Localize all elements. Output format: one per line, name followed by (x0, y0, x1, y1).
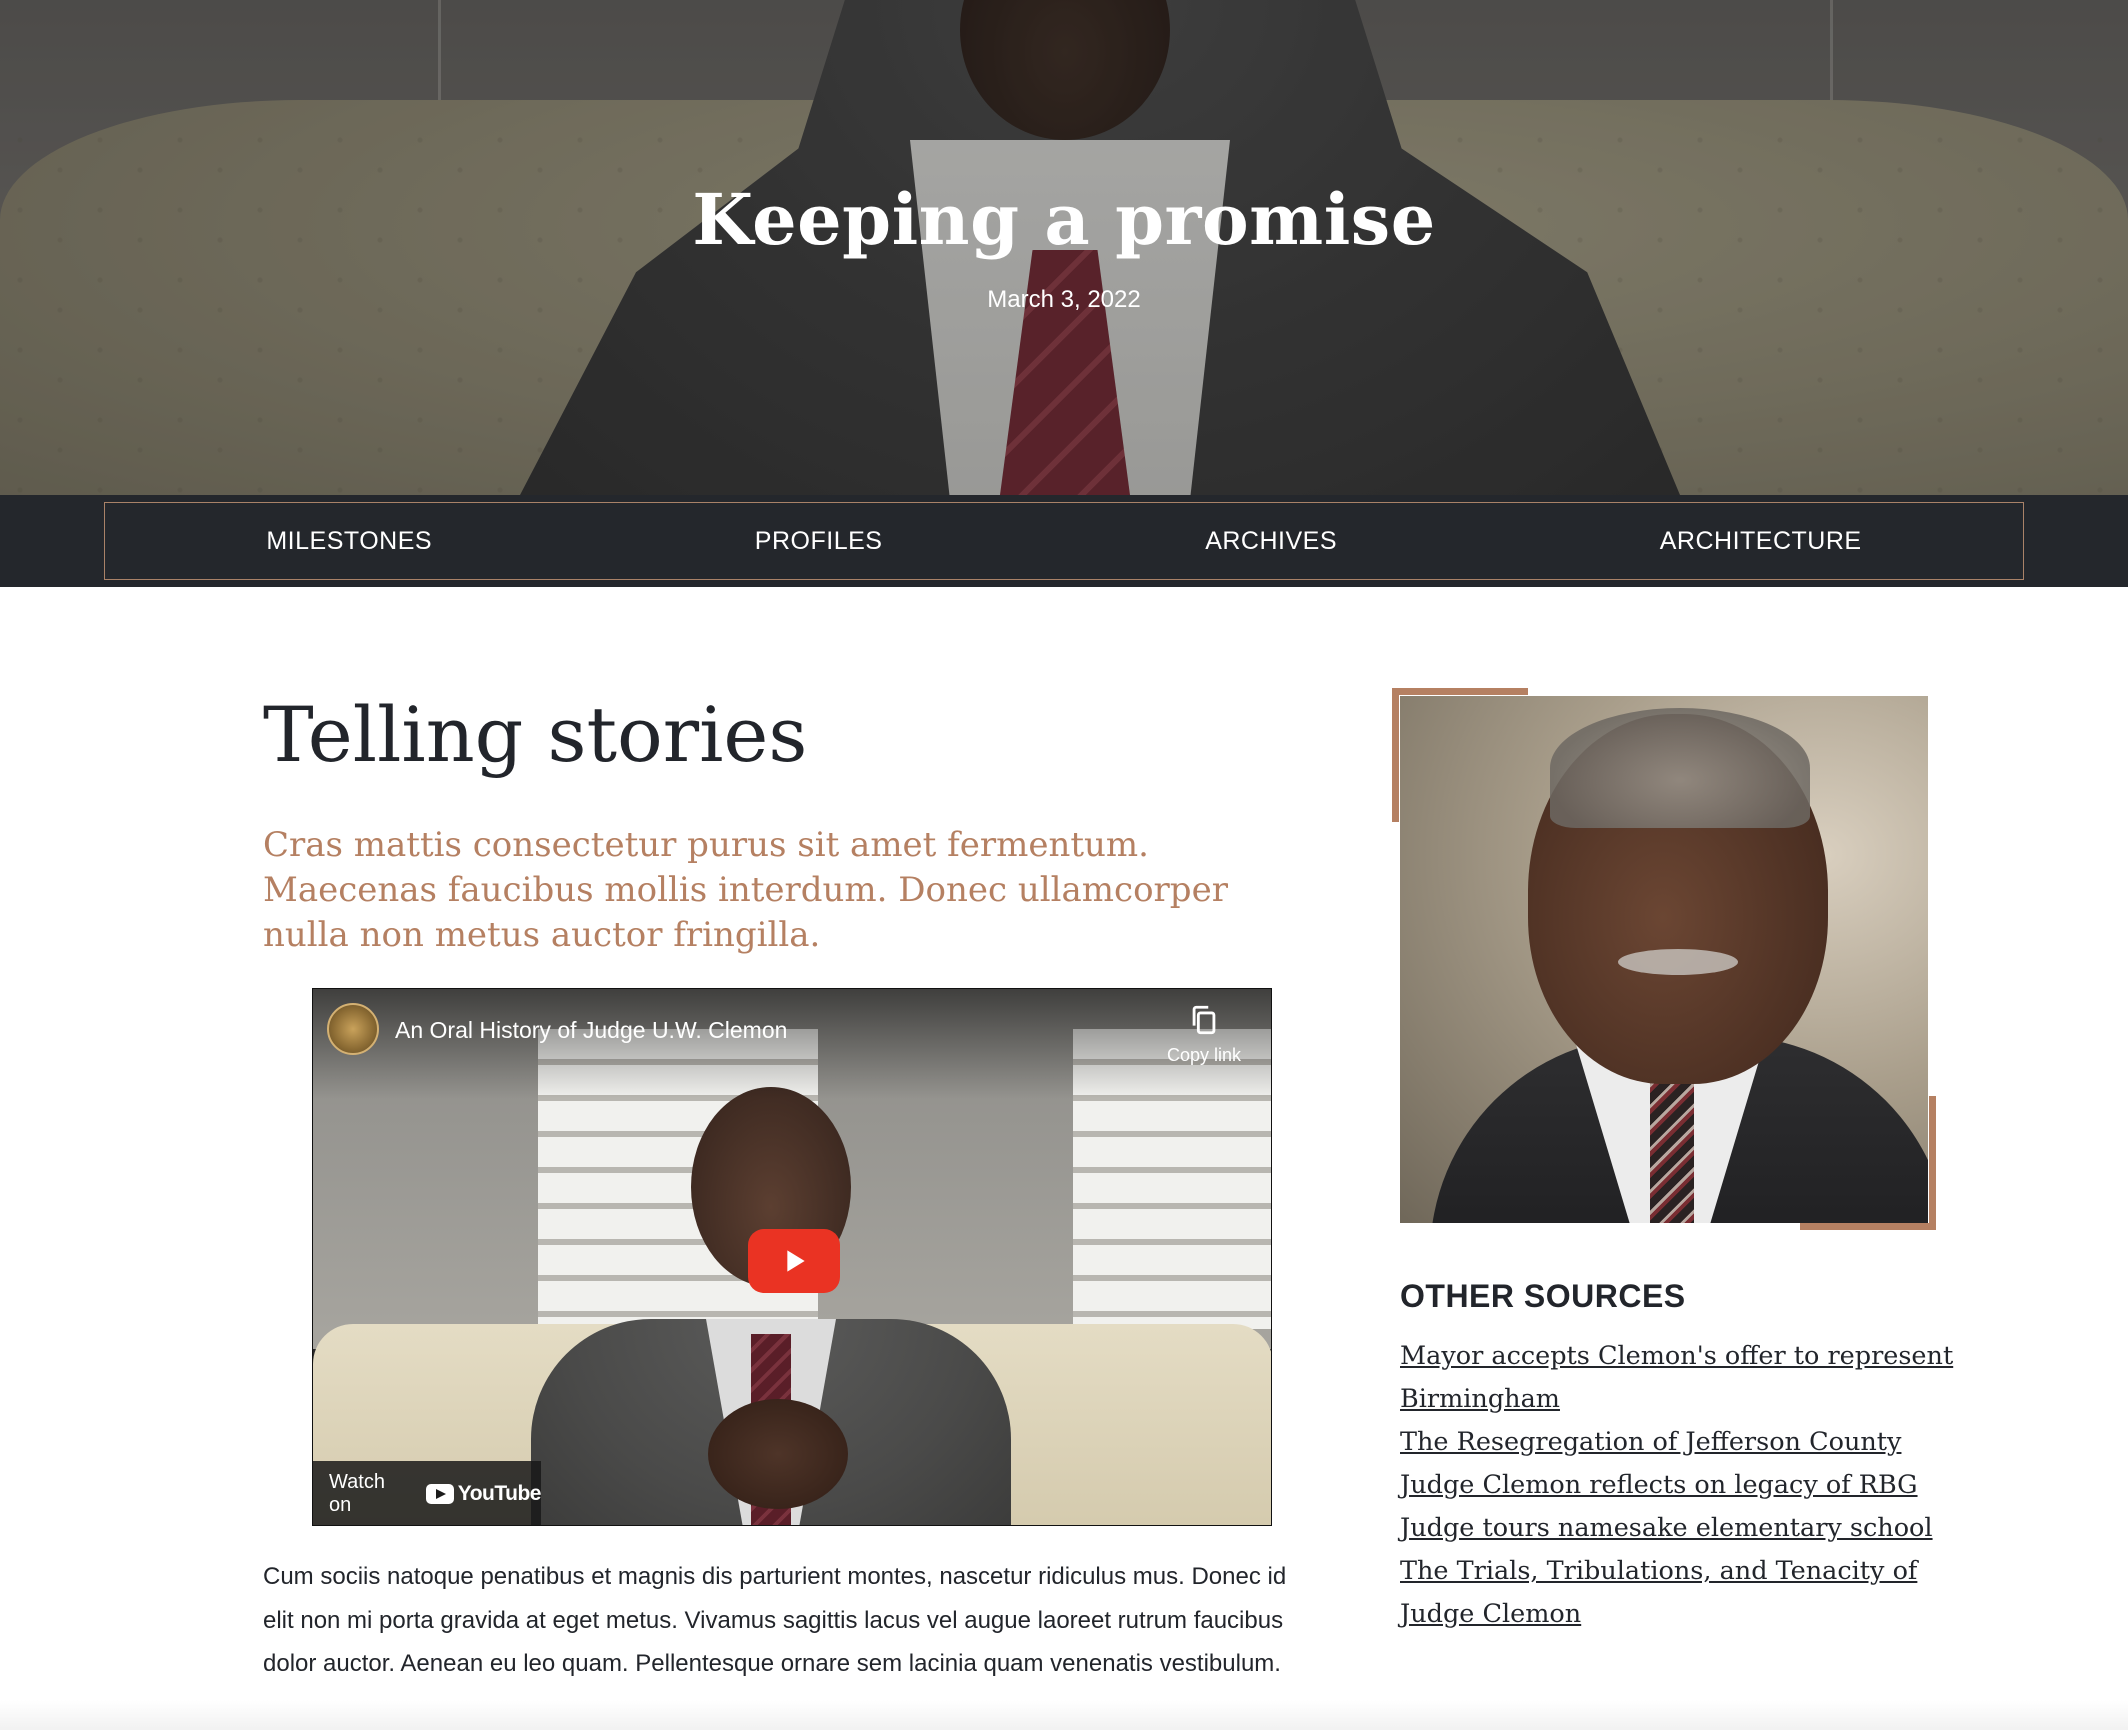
source-link[interactable]: The Resegregation of Jefferson County (1400, 1427, 1901, 1457)
video-title[interactable]: An Oral History of Judge U.W. Clemon (395, 1017, 787, 1044)
source-link[interactable]: The Trials, Tribulations, and Tenacity o… (1400, 1556, 1917, 1629)
list-item: Judge Clemon reflects on legacy of RBG (1400, 1464, 1960, 1507)
other-sources-heading: OTHER SOURCES (1400, 1278, 1686, 1314)
video-person-hands (708, 1399, 848, 1509)
list-item: The Resegregation of Jefferson County (1400, 1421, 1960, 1464)
watch-on-label: Watch on (329, 1471, 385, 1516)
list-item: The Trials, Tribulations, and Tenacity o… (1400, 1550, 1960, 1636)
nav-item-profiles[interactable]: PROFILES (755, 527, 883, 556)
article-heading: Telling stories (263, 690, 808, 779)
play-button[interactable] (748, 1229, 840, 1293)
nav-item-milestones[interactable]: MILESTONES (266, 527, 432, 556)
youtube-label: YouTube (457, 1482, 542, 1505)
source-link[interactable]: Judge Clemon reflects on legacy of RBG (1400, 1470, 1918, 1500)
portrait-mustache (1618, 949, 1738, 975)
copy-icon (1192, 1005, 1216, 1035)
court-seal-icon[interactable] (327, 1003, 379, 1055)
copy-link-label: Copy link (1166, 1045, 1242, 1065)
nav-item-architecture[interactable]: ARCHITECTURE (1660, 527, 1862, 556)
video-player[interactable]: An Oral History of Judge U.W. Clemon Cop… (312, 988, 1272, 1526)
portrait-photo (1400, 696, 1928, 1223)
nav-item-archives[interactable]: ARCHIVES (1205, 527, 1337, 556)
copy-link-button[interactable]: Copy link (1149, 1003, 1259, 1066)
other-sources-list: Mayor accepts Clemon's offer to represen… (1400, 1335, 1960, 1636)
watch-on-youtube-button[interactable]: Watch on YouTube (313, 1461, 542, 1525)
hero-title: Keeping a promise (692, 178, 1436, 261)
hero-banner: Keeping a promise March 3, 2022 (0, 0, 2128, 495)
bottom-fade (0, 1700, 2128, 1730)
youtube-logo-icon: YouTube (425, 1482, 542, 1506)
article-body: Cum sociis natoque penatibus et magnis d… (263, 1563, 1287, 1677)
nav-box: MILESTONES PROFILES ARCHIVES ARCHITECTUR… (104, 502, 2024, 580)
source-link[interactable]: Mayor accepts Clemon's offer to represen… (1400, 1341, 1953, 1414)
main-navigation: MILESTONES PROFILES ARCHIVES ARCHITECTUR… (0, 495, 2128, 587)
portrait-frame (1392, 688, 1936, 1230)
list-item: Judge tours namesake elementary school (1400, 1507, 1960, 1550)
source-link[interactable]: Judge tours namesake elementary school (1400, 1513, 1933, 1543)
hero-date: March 3, 2022 (987, 286, 1141, 313)
youtube-mark-icon (425, 1484, 454, 1504)
portrait-hair (1550, 708, 1810, 828)
list-item: Mayor accepts Clemon's offer to represen… (1400, 1335, 1960, 1421)
video-top-shade (313, 989, 1271, 1099)
article-lead: Cras mattis consectetur purus sit amet f… (263, 825, 1228, 955)
play-icon (787, 1250, 805, 1272)
